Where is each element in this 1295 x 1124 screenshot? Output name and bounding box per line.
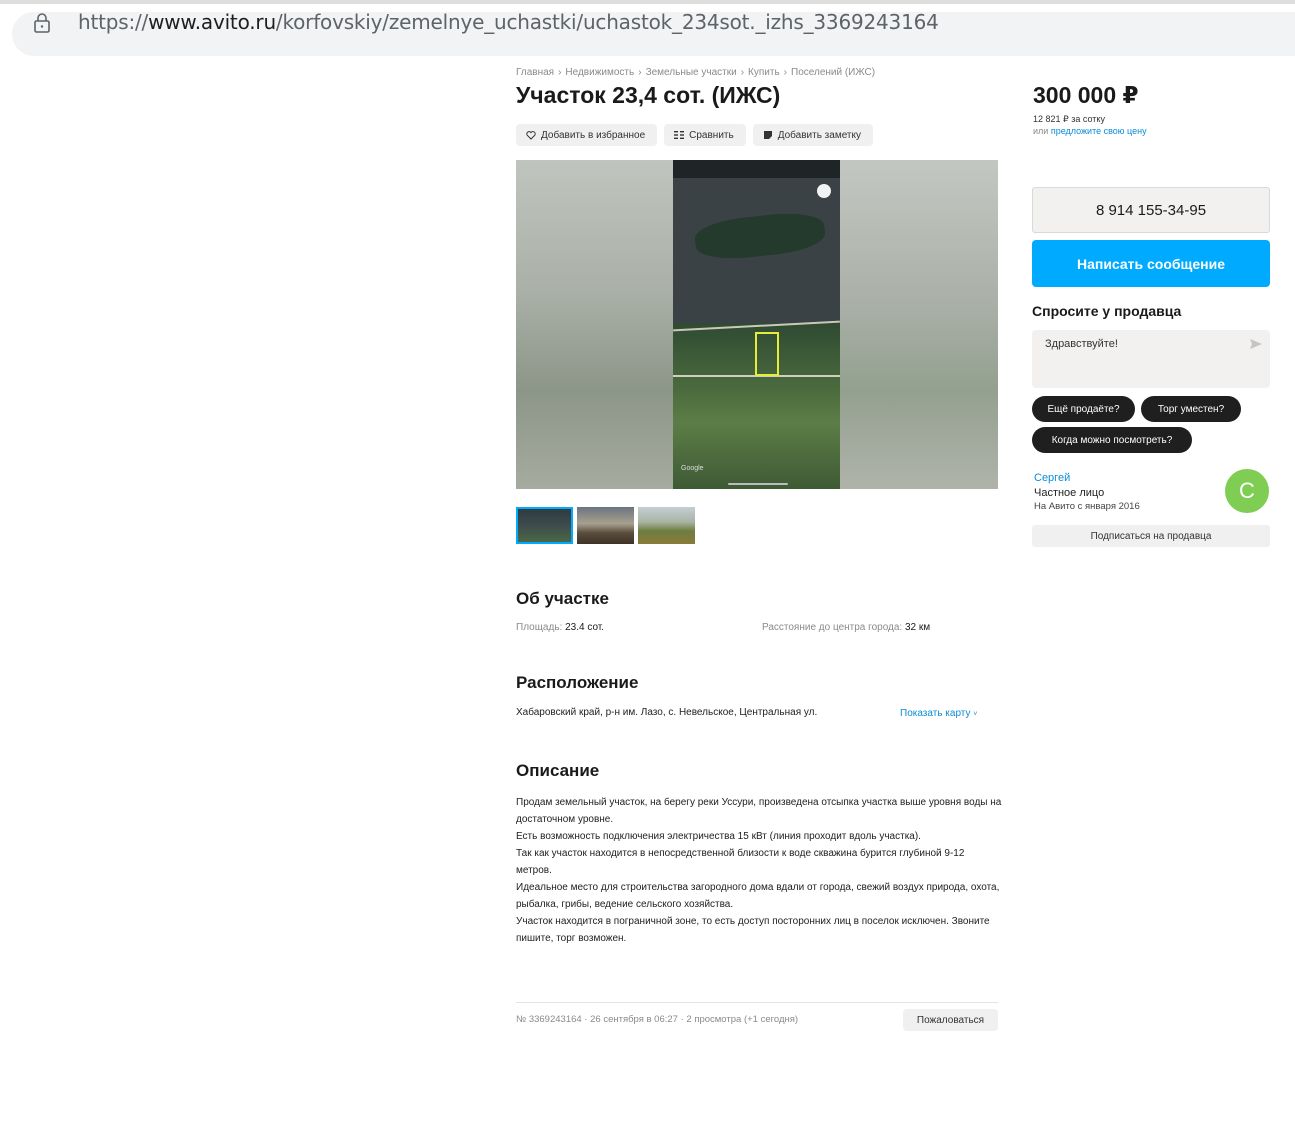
note-icon: [763, 131, 772, 139]
price: 300 000 ₽: [1033, 82, 1139, 108]
divider: [516, 1002, 998, 1003]
lock-icon[interactable]: [32, 12, 52, 34]
description-heading: Описание: [516, 761, 600, 780]
ask-seller-heading: Спросите у продавца: [1032, 303, 1182, 319]
address: Хабаровский край, р-н им. Лазо, с. Невел…: [516, 707, 818, 718]
breadcrumb-item-settlement[interactable]: Поселений (ИЖС): [791, 67, 875, 78]
seller-name-link[interactable]: Сергей: [1034, 472, 1070, 484]
main-photo[interactable]: Google: [516, 160, 998, 489]
send-icon[interactable]: [1250, 338, 1262, 350]
offer-price-link[interactable]: предложите свою цену: [1051, 126, 1147, 136]
compare-icon: [674, 131, 685, 139]
thumbnail-1[interactable]: [516, 507, 573, 544]
satellite-screenshot: Google: [673, 160, 840, 489]
location-heading: Расположение: [516, 673, 639, 692]
compass-icon: [817, 184, 831, 198]
about-heading: Об участке: [516, 589, 609, 608]
ask-seller-input-text: Здравствуйте!: [1045, 338, 1118, 350]
report-button[interactable]: Пожаловаться: [903, 1009, 998, 1031]
breadcrumb-item-land[interactable]: Земельные участки: [646, 67, 737, 78]
photo-thumbnails: [516, 507, 695, 544]
subscribe-button[interactable]: Подписаться на продавца: [1032, 525, 1270, 547]
chip-bargain[interactable]: Торг уместен?: [1141, 396, 1241, 422]
thumbnail-2[interactable]: [577, 507, 634, 544]
seller-since: На Авито с января 2016: [1034, 501, 1140, 512]
area-param: Площадь: 23.4 сот.: [516, 622, 605, 633]
page-title: Участок 23,4 сот. (ИЖС): [516, 82, 781, 108]
favorite-button[interactable]: Добавить в избранное: [516, 124, 658, 146]
browser-top-border: [0, 0, 1295, 4]
description-text: Продам земельный участок, на берегу реки…: [516, 797, 1002, 944]
map-watermark: Google: [681, 465, 704, 472]
seller-type: Частное лицо: [1034, 487, 1105, 499]
distance-param: Расстояние до центра города: 32 км: [762, 622, 931, 633]
ask-seller-input[interactable]: Здравствуйте!: [1032, 330, 1270, 388]
compare-button[interactable]: Сравнить: [664, 124, 746, 146]
listing-actions: Добавить в избранное Сравнить Добавить з…: [516, 124, 873, 146]
phone-status-bar: [673, 160, 840, 178]
photo-blur-left: [516, 160, 673, 489]
breadcrumb: Главная › Недвижимость › Земельные участки › К…: [516, 67, 876, 78]
add-note-button[interactable]: Добавить заметку: [752, 124, 873, 146]
price-per-sotka: 12 821 ₽ за сотку: [1033, 114, 1105, 124]
write-message-button[interactable]: Написать сообщение: [1032, 240, 1270, 287]
url-text[interactable]: https://www.avito.ru/korfovskiy/zemelnye…: [78, 10, 939, 34]
phone-button[interactable]: 8 914 155-34-95: [1032, 187, 1270, 233]
offer-price: или предложите свою цену: [1033, 126, 1147, 136]
chevron-down-icon: ˅: [973, 711, 978, 718]
breadcrumb-item-buy[interactable]: Купить: [748, 67, 780, 78]
listing-meta: № 3369243164 · 26 сентября в 06:27 · 2 п…: [516, 1014, 799, 1025]
avatar[interactable]: С: [1225, 469, 1269, 513]
plot-outline: [755, 332, 779, 376]
chip-still-selling[interactable]: Ещё продаёте?: [1032, 396, 1135, 422]
show-map-link[interactable]: Показать карту ˅: [900, 708, 977, 719]
breadcrumb-item-home[interactable]: Главная: [516, 67, 554, 78]
home-indicator: [728, 483, 788, 485]
thumbnail-3[interactable]: [638, 507, 695, 544]
heart-icon: [526, 131, 536, 140]
chip-when-view[interactable]: Когда можно посмотреть?: [1032, 427, 1192, 453]
breadcrumb-item-realty[interactable]: Недвижимость: [565, 67, 634, 78]
photo-blur-right: [840, 160, 998, 489]
